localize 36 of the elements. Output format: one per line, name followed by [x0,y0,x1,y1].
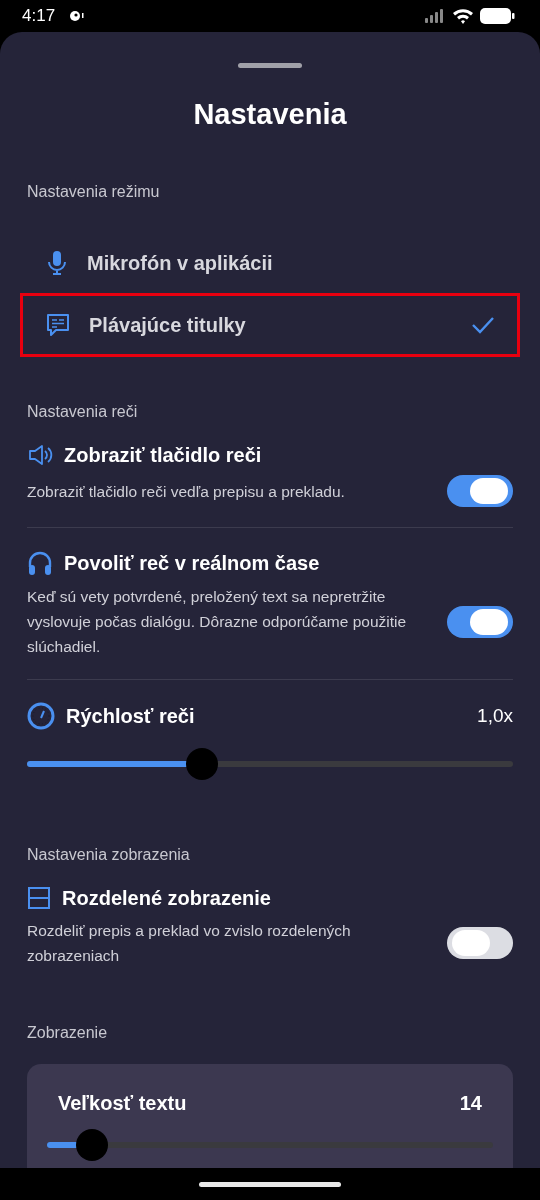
text-size-slider[interactable] [47,1129,493,1161]
setting-description: Zobraziť tlačidlo reči vedľa prepisu a prekladu. [27,481,346,502]
setting-title: Zobraziť tlačidlo reči [64,443,263,467]
section-label: Nastavenia reči [27,403,139,421]
section-label: Zobrazenie [27,1024,109,1042]
text-size-value: 14 [459,1092,482,1115]
toggle-switch[interactable] [447,605,513,638]
battery-icon [480,7,516,25]
chat-bubble-icon [45,312,71,338]
split-view-icon [27,886,51,910]
mode-option[interactable]: Mikrofón v aplikácii [20,233,520,293]
speedometer-icon [27,702,55,730]
signal-icon [424,8,446,24]
setting-title: Veľkosť textu [58,1092,187,1115]
drag-handle[interactable] [238,63,302,68]
section-label: Nastavenia režimu [27,183,161,201]
status-time: 4:17 [22,6,56,26]
section-label: Nastavenia zobrazenia [27,846,191,864]
toggle-switch[interactable] [447,475,513,507]
mode-option[interactable]: Plávajúce titulky [20,293,520,357]
speaker-icon [27,443,53,467]
setting-title: Rýchlosť reči [66,704,196,728]
speed-value: 1,0x [477,705,513,727]
checkmark-icon [471,315,495,335]
headphones-icon [27,550,53,576]
home-indicator[interactable] [199,1181,341,1187]
toggle-switch[interactable] [447,927,513,959]
setting-title: Rozdelené zobrazenie [62,886,272,910]
speed-slider[interactable] [27,748,513,780]
sheet-title: Nastavenia [192,98,348,131]
setting-description: Rozdeliť prepis a preklad vo zvislo rozdelených zobrazeniach [27,921,352,966]
notification-icon [67,9,86,23]
setting-title: Povoliť reč v reálnom čase [64,551,321,575]
microphone-icon [45,250,69,276]
wifi-icon [452,8,474,24]
setting-description: Keď sú vety potvrdené, preložený text sa nepretržite vyslovuje počas dialógu. Dôrazne odporúčame použitie slúchadiel. [27,587,408,657]
